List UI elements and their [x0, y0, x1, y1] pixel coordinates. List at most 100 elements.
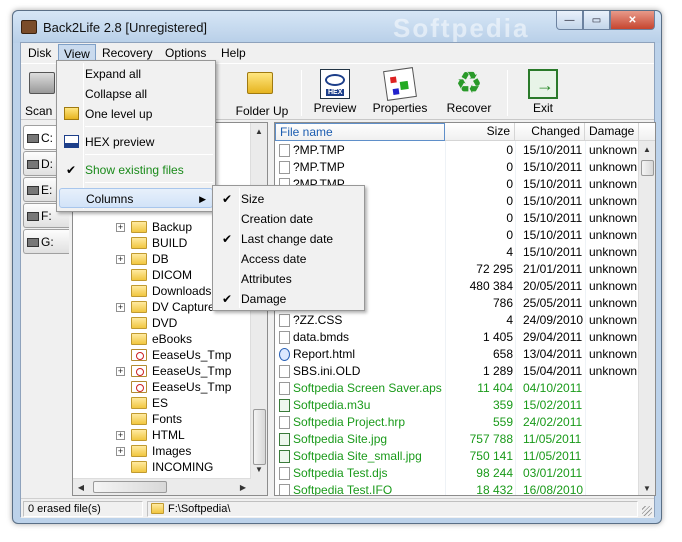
tree-item[interactable]: + EeaseUs_Tmp [73, 363, 251, 379]
file-icon [279, 484, 290, 495]
view-menu-item[interactable]: Columns ▶ [59, 188, 213, 208]
scroll-thumb[interactable] [93, 481, 167, 493]
cell-name: Report.html [293, 347, 356, 361]
expand-icon[interactable]: + [116, 255, 125, 264]
file-icon [279, 416, 290, 429]
tree-item[interactable]: EeaseUs_Tmp [73, 379, 251, 395]
columns-menu-item[interactable]: Access date [215, 249, 362, 269]
tree-item[interactable]: ES [73, 395, 251, 411]
cell-changed: 15/10/2011 [523, 160, 583, 174]
tree-item[interactable]: Fonts [73, 411, 251, 427]
image-file-icon [279, 450, 290, 463]
tree-item[interactable]: eBooks [73, 331, 251, 347]
expand-icon[interactable]: + [116, 447, 125, 456]
column-header-size[interactable]: Size [445, 123, 515, 141]
minimize-button[interactable]: — [556, 11, 583, 30]
list-vertical-scrollbar[interactable]: ▲ ▼ [638, 141, 655, 495]
cell-changed: 15/04/2011 [523, 364, 583, 378]
scroll-right-arrow[interactable]: ▶ [235, 479, 251, 496]
tree-item[interactable]: + HTML [73, 427, 251, 443]
list-row[interactable]: SBS.ini.OLD 1 289 15/04/2011 unknown [275, 363, 638, 380]
scroll-up-arrow[interactable]: ▲ [639, 141, 655, 158]
status-path-text: F:\Softpedia\ [168, 503, 231, 515]
tree-item-label: Fonts [152, 412, 183, 426]
list-row[interactable]: ?MP.TMP 0 15/10/2011 unknown [275, 159, 638, 176]
app-icon[interactable] [21, 20, 37, 34]
list-row[interactable]: Softpedia.m3u 359 15/02/2011 [275, 397, 638, 414]
columns-menu-item[interactable]: Attributes [215, 269, 362, 289]
scroll-up-arrow[interactable]: ▲ [251, 123, 267, 140]
scroll-thumb[interactable] [641, 160, 654, 176]
folder-icon [131, 269, 147, 281]
menu-disk[interactable]: Disk [23, 44, 56, 62]
close-button[interactable]: ✕ [610, 11, 655, 30]
tree-item-label: Backup [152, 220, 193, 234]
list-row[interactable]: Softpedia Site_small.jpg 750 141 11/05/201… [275, 448, 638, 465]
folder-icon [131, 349, 147, 361]
preview-button[interactable]: HEX Preview [309, 66, 361, 118]
tree-item[interactable]: DVD [73, 315, 251, 331]
tree-item-label: DVD [152, 316, 178, 330]
list-row[interactable]: Softpedia Test.djs 98 244 03/01/2011 [275, 465, 638, 482]
view-menu-item[interactable]: HEX preview [59, 132, 213, 152]
menu-separator [85, 182, 213, 183]
tree-item[interactable]: INCOMING [73, 459, 251, 475]
cell-name: Softpedia Site.jpg [293, 432, 388, 446]
properties-button[interactable]: Properties [369, 66, 431, 118]
folder-up-label: Folder Up [235, 104, 289, 118]
list-row[interactable]: data.bmds 1 405 29/04/2011 unknown [275, 329, 638, 346]
recover-label: Recover [446, 101, 492, 115]
columns-menu-item[interactable]: ✔ Last change date [215, 229, 362, 249]
expand-icon[interactable]: + [116, 223, 125, 232]
list-row[interactable]: Softpedia Test.IFO 18 432 16/08/2010 [275, 482, 638, 496]
column-header-changed[interactable]: Changed [515, 123, 585, 141]
columns-menu-item-label: Creation date [241, 212, 314, 226]
folder-up-icon [247, 72, 277, 102]
view-menu-item[interactable]: Collapse all [59, 84, 213, 104]
list-row[interactable]: Softpedia Project.hrp 559 24/02/2011 [275, 414, 638, 431]
drive-icon [27, 212, 39, 221]
scroll-down-arrow[interactable]: ▼ [639, 480, 655, 495]
cell-damage: unknown [589, 211, 638, 225]
drive-icon [27, 186, 39, 195]
expand-icon[interactable]: + [116, 431, 125, 440]
list-row[interactable]: ?MP.TMP 0 15/10/2011 unknown [275, 142, 638, 159]
column-header-damage[interactable]: Damage [585, 123, 639, 141]
exit-button[interactable]: → Exit [521, 66, 565, 118]
tree-item[interactable]: EeaseUs_Tmp [73, 347, 251, 363]
expand-icon[interactable]: + [116, 367, 125, 376]
scroll-thumb[interactable] [253, 409, 266, 465]
tree-item[interactable]: + Images [73, 443, 251, 459]
maximize-button[interactable]: ▭ [583, 11, 610, 30]
list-row[interactable]: Softpedia Site.jpg 757 788 11/05/2011 [275, 431, 638, 448]
cell-size: 0 [506, 177, 513, 191]
tree-item-label: BUILD [152, 236, 188, 250]
list-row[interactable]: Report.html 658 13/04/2011 unknown [275, 346, 638, 363]
list-row[interactable]: Softpedia Screen Saver.aps 11 404 04/10/20… [275, 380, 638, 397]
cell-changed: 15/10/2011 [523, 177, 583, 191]
drive-icon [27, 160, 39, 169]
expand-icon[interactable]: + [116, 303, 125, 312]
recover-button[interactable]: ♻ Recover [441, 66, 497, 118]
folder-up-button[interactable]: Folder Up [231, 66, 293, 118]
view-menu-item[interactable]: ✔ Show existing files [59, 160, 213, 180]
columns-menu-item[interactable]: ✔ Size [215, 189, 362, 209]
view-menu-item[interactable]: Expand all [59, 64, 213, 84]
column-header-file-name[interactable]: File name [275, 123, 445, 141]
drive-tab-g[interactable]: G: [23, 229, 69, 254]
tree-horizontal-scrollbar[interactable]: ◀ ▶ [73, 478, 251, 495]
cell-size: 18 432 [476, 483, 513, 496]
cell-changed: 20/05/2011 [523, 279, 583, 293]
title-bar[interactable]: Back2Life 2.8 [Unregistered] Softpedia —… [13, 11, 661, 43]
scroll-down-arrow[interactable]: ▼ [251, 461, 267, 478]
resize-grip[interactable] [642, 506, 652, 516]
cell-damage: unknown [589, 347, 638, 361]
columns-menu-item[interactable]: Creation date [215, 209, 362, 229]
list-row[interactable]: ?ZZ.CSS 4 24/09/2010 unknown [275, 312, 638, 329]
scan-icon [29, 72, 59, 102]
scroll-left-arrow[interactable]: ◀ [73, 479, 89, 496]
view-menu-item[interactable]: One level up [59, 104, 213, 124]
columns-menu-item[interactable]: ✔ Damage [215, 289, 362, 309]
folder-icon [131, 301, 147, 313]
menu-help[interactable]: Help [216, 44, 251, 62]
